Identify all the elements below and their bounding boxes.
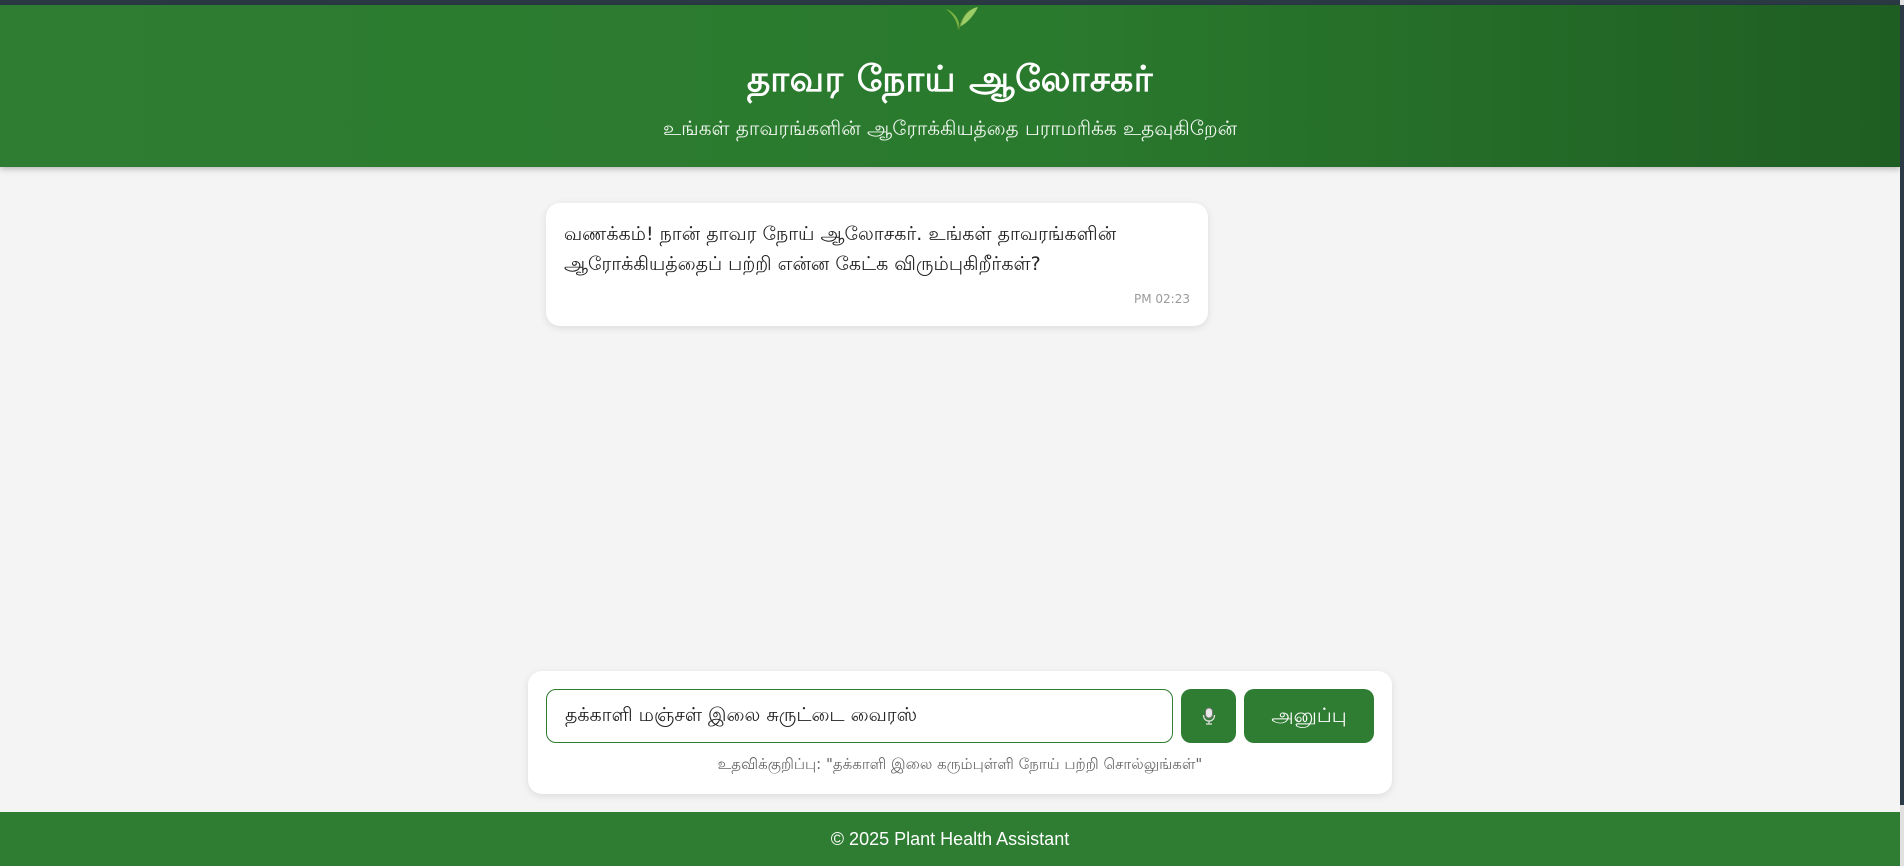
send-button[interactable]: அனுப்பு bbox=[1244, 689, 1374, 743]
hint-text: உதவிக்குறிப்பு: "தக்காளி இலை கரும்புள்ளி… bbox=[717, 755, 1203, 773]
page-subtitle: உங்கள் தாவரங்களின் ஆரோக்கியத்தை பராமரிக்… bbox=[663, 116, 1237, 140]
app-footer: © 2025 Plant Health Assistant bbox=[0, 812, 1900, 866]
message-text: வணக்கம்! நான் தாவர நோய் ஆலோசகர். உங்கள் … bbox=[564, 223, 1117, 275]
message-timestamp: PM 02:23 bbox=[1134, 292, 1190, 306]
footer-copyright: © 2025 Plant Health Assistant bbox=[830, 829, 1070, 849]
page-title: தாவர நோய் ஆலோசகர் bbox=[746, 59, 1154, 100]
message-input[interactable] bbox=[546, 689, 1173, 743]
leaf-icon bbox=[946, 7, 978, 31]
composer-card: அனுப்பு உதவிக்குறிப்பு: "தக்காளி இலை கரு… bbox=[528, 671, 1392, 794]
app-header: தாவர நோய் ஆலோசகர் உங்கள் தாவரங்களின் ஆரோ… bbox=[0, 5, 1900, 167]
mic-button[interactable] bbox=[1181, 689, 1236, 743]
scrollbar-thumb[interactable] bbox=[1900, 5, 1904, 805]
bot-message: வணக்கம்! நான் தாவர நோய் ஆலோசகர். உங்கள் … bbox=[546, 203, 1208, 326]
microphone-icon bbox=[1202, 707, 1215, 725]
